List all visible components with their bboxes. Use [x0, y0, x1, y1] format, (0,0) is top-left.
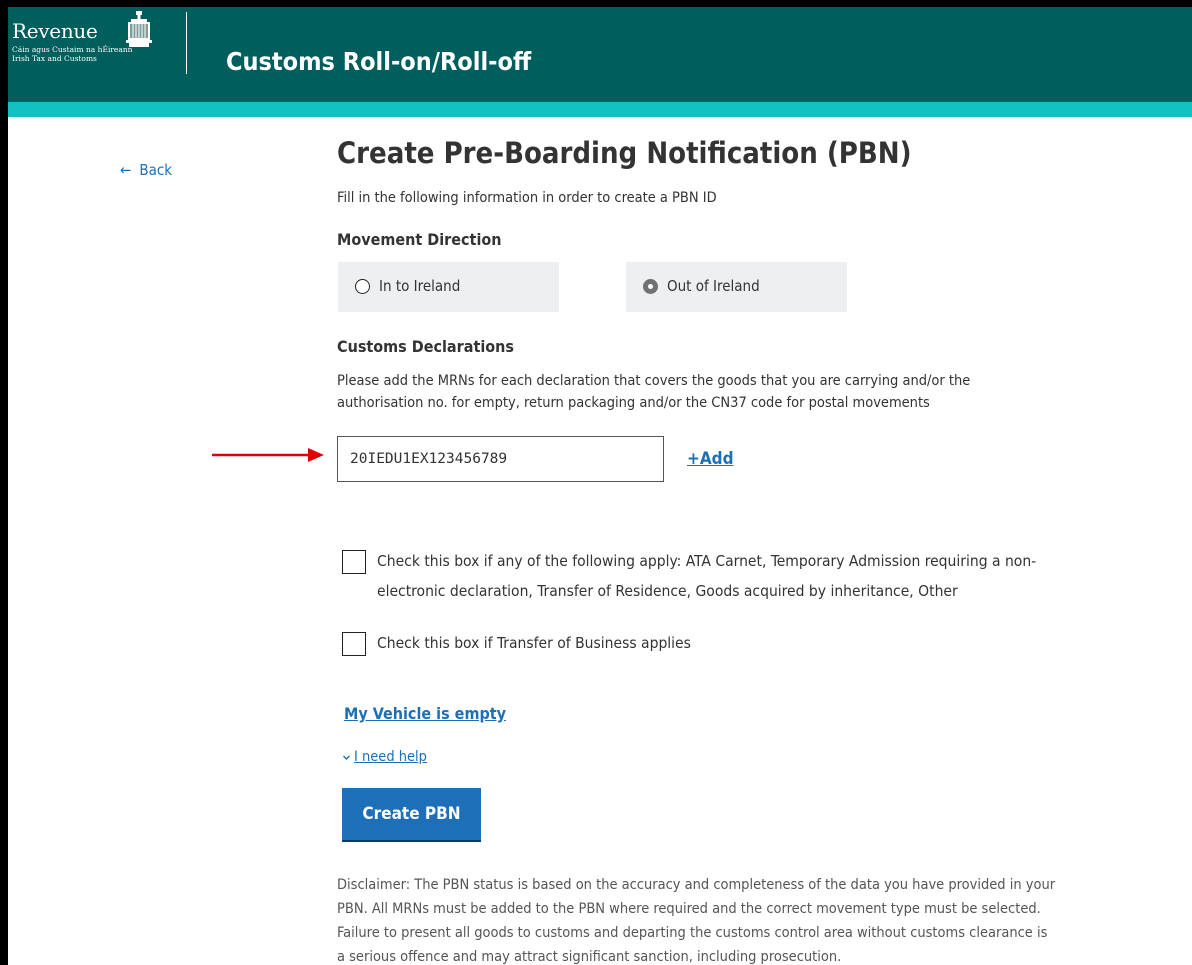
page: Revenue Cáin agus Custaim na hÉireann Ir… [8, 7, 1192, 965]
radio-button-unselected[interactable] [355, 279, 370, 294]
vehicle-empty-link[interactable]: My Vehicle is empty [344, 703, 506, 725]
description-line-1: Please add the MRNs for each declaration… [337, 373, 971, 389]
page-title: Create Pre-Boarding Notification (PBN) [337, 136, 912, 170]
site-header: Revenue Cáin agus Custaim na hÉireann Ir… [8, 7, 1192, 102]
create-pbn-button[interactable]: Create PBN [342, 788, 481, 840]
radio-button-selected[interactable] [643, 279, 658, 294]
radio-label-out-of-ireland: Out of Ireland [667, 277, 760, 295]
checkbox-transfer-of-business[interactable] [342, 632, 366, 656]
logo-wordmark: Revenue [12, 19, 98, 43]
header-accent-stripe [8, 102, 1192, 117]
help-label: I need help [354, 749, 427, 765]
header-divider [186, 12, 187, 74]
logo-subtitle-english: Irish Tax and Customs [12, 54, 97, 63]
radio-in-to-ireland[interactable]: In to Ireland [338, 262, 559, 312]
disclaimer-line-2: PBN. All MRNs must be added to the PBN w… [337, 901, 1041, 917]
movement-direction-label: Movement Direction [337, 230, 502, 249]
disclaimer: Disclaimer: The PBN status is based on t… [337, 873, 1177, 965]
back-label: Back [139, 161, 173, 179]
add-mrn-link[interactable]: +Add [687, 448, 734, 470]
disclaimer-line-1: Disclaimer: The PBN status is based on t… [337, 877, 1056, 893]
customs-declarations-label: Customs Declarations [337, 337, 514, 356]
customs-declarations-description: Please add the MRNs for each declaration… [337, 370, 1097, 414]
radio-label-in-to-ireland: In to Ireland [379, 277, 461, 295]
intro-text: Fill in the following information in ord… [337, 190, 717, 206]
description-line-2: authorisation no. for empty, return pack… [337, 395, 930, 411]
radio-out-of-ireland[interactable]: Out of Ireland [626, 262, 847, 312]
revenue-logo[interactable]: Revenue Cáin agus Custaim na hÉireann Ir… [12, 11, 182, 91]
back-link[interactable]: ← Back [120, 160, 172, 180]
disclaimer-line-4: a serious offence and may attract signif… [337, 949, 842, 965]
app-title: Customs Roll-on/Roll-off [226, 47, 532, 76]
chevron-down-icon [343, 755, 350, 760]
checkbox-transfer-of-business-label: Check this box if Transfer of Business a… [377, 634, 691, 652]
mrn-input[interactable] [337, 436, 664, 482]
checkbox-special-procedures-label-line-2: electronic declaration, Transfer of Resi… [377, 582, 958, 600]
logo-subtitle-irish: Cáin agus Custaim na hÉireann [12, 45, 133, 54]
disclaimer-line-3: Failure to present all goods to customs … [337, 925, 1048, 941]
checkbox-special-procedures[interactable] [342, 550, 366, 574]
harp-crest-icon [126, 11, 152, 47]
checkbox-special-procedures-label-line-1: Check this box if any of the following a… [377, 552, 1037, 570]
help-toggle[interactable]: I need help [342, 747, 427, 767]
screenshot-frame: Revenue Cáin agus Custaim na hÉireann Ir… [0, 0, 1192, 965]
red-arrow-icon [212, 448, 324, 462]
arrow-left-icon: ← [120, 161, 132, 179]
